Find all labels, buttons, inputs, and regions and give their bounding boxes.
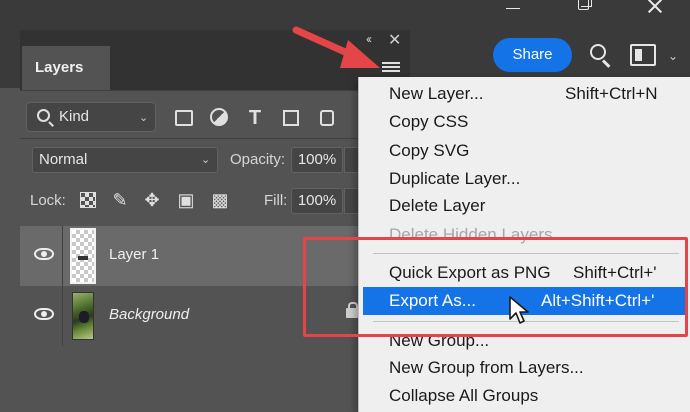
smart-object-filter-icon[interactable] xyxy=(320,110,334,126)
fill-input[interactable]: 100% xyxy=(291,188,343,214)
opacity-label: Opacity: xyxy=(230,151,286,168)
menu-item-new-group-from-layers[interactable]: New Group from Layers... xyxy=(359,354,690,382)
menu-item-label: New Layer... xyxy=(389,84,484,103)
layer-thumbnail xyxy=(70,228,96,284)
menu-item-copy-svg[interactable]: Copy SVG xyxy=(359,137,690,165)
tab-layers[interactable]: Layers xyxy=(22,46,110,90)
fill-label: Fill: xyxy=(264,192,288,209)
workspace-icon[interactable] xyxy=(630,44,656,66)
blend-mode-value: Normal xyxy=(39,151,88,168)
restore-icon[interactable] xyxy=(562,0,608,22)
chevron-down-icon[interactable]: ⌄ xyxy=(668,49,678,63)
lock-all-icon[interactable]: ▩ xyxy=(210,190,230,210)
minimize-icon[interactable] xyxy=(490,0,536,22)
menu-item-label: Duplicate Layer... xyxy=(389,169,521,188)
type-filter-icon[interactable]: T xyxy=(245,108,265,128)
close-icon[interactable] xyxy=(632,0,678,22)
layer-thumbnail xyxy=(72,292,94,340)
highlight-annotation-box xyxy=(303,237,688,337)
divider xyxy=(20,138,410,139)
chevron-down-icon: ⌄ xyxy=(139,112,149,124)
divider xyxy=(20,90,410,91)
lock-label: Lock: xyxy=(30,192,66,209)
divider xyxy=(62,286,63,346)
mouse-cursor-icon xyxy=(509,296,529,324)
lock-paint-icon[interactable]: ✎ xyxy=(110,190,130,210)
menu-item-delete-layer[interactable]: Delete Layer xyxy=(359,192,690,220)
menu-item-label: Copy SVG xyxy=(389,141,470,160)
panel-close-icon[interactable]: ✕ xyxy=(388,30,401,50)
chevron-down-icon: ⌄ xyxy=(201,154,211,166)
menu-item-copy-css[interactable]: Copy CSS xyxy=(359,108,690,136)
menu-item-collapse-all-groups[interactable]: Collapse All Groups xyxy=(359,382,690,410)
lock-pixels-icon[interactable] xyxy=(80,192,96,208)
visibility-eye-icon[interactable] xyxy=(34,248,54,260)
layer-name[interactable]: Layer 1 xyxy=(109,246,159,263)
menu-item-duplicate-layer[interactable]: Duplicate Layer... xyxy=(359,165,690,193)
adjustment-filter-icon[interactable] xyxy=(210,108,228,126)
lock-artboard-icon[interactable]: ▣ xyxy=(176,190,196,210)
menu-item-shortcut: Shift+Ctrl+N xyxy=(565,84,658,103)
menu-item-label: New Group from Layers... xyxy=(389,358,584,377)
filter-kind-select[interactable]: Kind ⌄ xyxy=(26,102,156,132)
visibility-eye-icon[interactable] xyxy=(34,308,54,320)
menu-item-label: Collapse All Groups xyxy=(389,386,539,405)
annotation-arrow-icon xyxy=(292,26,380,68)
search-icon xyxy=(37,109,50,122)
lock-position-icon[interactable]: ✥ xyxy=(142,190,162,210)
menu-item-label: Delete Layer xyxy=(389,196,486,215)
divider xyxy=(62,226,63,286)
filter-kind-label: Kind xyxy=(59,108,90,125)
layer-name[interactable]: Background xyxy=(109,306,189,323)
share-button[interactable]: Share xyxy=(493,38,572,72)
menu-item-new-layer[interactable]: New Layer... Shift+Ctrl+N xyxy=(359,80,690,108)
menu-item-label: Copy CSS xyxy=(389,112,469,131)
search-icon[interactable] xyxy=(588,42,614,68)
opacity-input[interactable]: 100% xyxy=(291,147,343,173)
shape-filter-icon[interactable] xyxy=(283,110,299,126)
blend-mode-select[interactable]: Normal ⌄ xyxy=(32,147,218,173)
image-filter-icon[interactable] xyxy=(175,110,193,126)
layers-panel: ‹‹ ✕ Layers Kind ⌄ T Normal ⌄ Opacity: 1… xyxy=(20,30,410,412)
